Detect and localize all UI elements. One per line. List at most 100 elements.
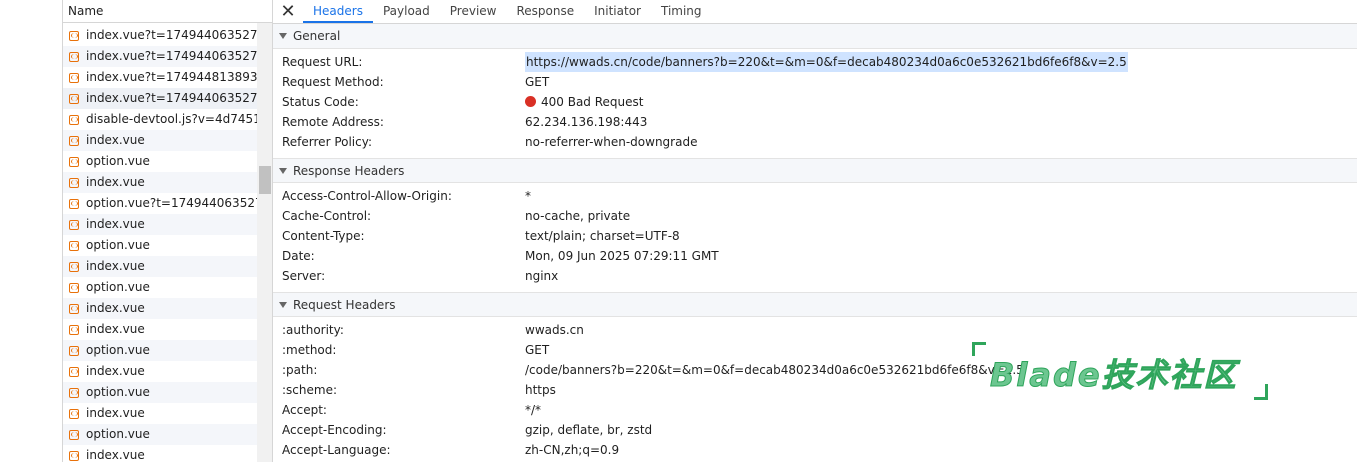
status-error-dot-icon [525, 96, 536, 107]
header-value: * [525, 189, 531, 203]
header-value: /code/banners?b=220&t=&m=0&f=decab480234… [525, 363, 1024, 377]
header-row: Content-Type: text/plain; charset=UTF-8 [273, 226, 1357, 246]
header-row: :authority: wwads.cn [273, 320, 1357, 340]
script-file-icon [69, 282, 79, 293]
tab-headers[interactable]: Headers [303, 0, 373, 23]
header-value: 62.234.136.198:443 [525, 115, 648, 129]
request-list-item[interactable]: index.vue?t=1749440635274 [63, 25, 257, 46]
header-key: Status Code: [282, 95, 359, 109]
header-value: https [525, 383, 556, 397]
request-name: index.vue?t=1749448138932 [86, 70, 257, 84]
section-title: General [293, 29, 341, 43]
request-list-item[interactable]: index.vue [63, 403, 257, 424]
request-list-item[interactable]: index.vue [63, 319, 257, 340]
request-name-panel: Name index.vue?t=1749440635274 index.vue?… [62, 0, 272, 462]
header-value: GET [525, 75, 550, 89]
request-list-item[interactable]: index.vue?t=1749440635274 [63, 88, 257, 109]
header-row: Accept-Language: zh-CN,zh;q=0.9 [273, 440, 1357, 460]
header-value: no-cache, private [525, 209, 631, 223]
section-request-headers-header[interactable]: Request Headers [273, 292, 1357, 317]
header-value: gzip, deflate, br, zstd [525, 423, 653, 437]
tab-payload[interactable]: Payload [373, 0, 440, 23]
request-list-item[interactable]: disable-devtool.js?v=4d7451a7 [63, 109, 257, 130]
tab-timing[interactable]: Timing [651, 0, 712, 23]
header-value: GET [525, 343, 550, 357]
header-row: Status Code: 400 Bad Request [273, 92, 1357, 112]
scrollbar-thumb[interactable] [259, 166, 271, 194]
header-row: Cache-Control: no-cache, private [273, 206, 1357, 226]
script-file-icon [69, 324, 79, 335]
request-list-item[interactable]: index.vue?t=1749440635274 [63, 46, 257, 67]
request-list-item[interactable]: option.vue [63, 235, 257, 256]
header-key: Request Method: [282, 75, 384, 89]
header-row: Access-Control-Allow-Origin: * [273, 186, 1357, 206]
request-name: option.vue [86, 385, 150, 399]
request-name: index.vue?t=1749440635274 [86, 28, 257, 42]
section-general-header[interactable]: General [273, 24, 1357, 49]
request-name: index.vue?t=1749440635274 [86, 49, 257, 63]
request-list-item[interactable]: index.vue [63, 445, 257, 462]
request-list: index.vue?t=1749440635274 index.vue?t=174… [63, 25, 257, 462]
header-row: Request Method: GET [273, 72, 1357, 92]
script-file-icon [69, 156, 79, 167]
bracket-corner-icon [972, 342, 986, 356]
script-file-icon [69, 51, 79, 62]
close-icon[interactable]: ✕ [273, 0, 303, 23]
header-key: Cache-Control: [282, 209, 372, 223]
request-list-item[interactable]: option.vue [63, 424, 257, 445]
header-key: :method: [282, 343, 337, 357]
watermark-text: Blade技术社区 [990, 356, 1238, 395]
script-file-icon [69, 30, 79, 41]
details-tabbar: ✕ Headers Payload Preview Response Initi… [273, 0, 1357, 24]
script-file-icon [69, 240, 79, 251]
header-row: Date: Mon, 09 Jun 2025 07:29:11 GMT [273, 246, 1357, 266]
request-list-item[interactable]: index.vue?t=1749448138932 [63, 67, 257, 88]
request-list-item[interactable]: index.vue [63, 298, 257, 319]
request-name: option.vue [86, 343, 150, 357]
header-value: no-referrer-when-downgrade [525, 135, 698, 149]
header-row: Accept-Encoding: gzip, deflate, br, zstd [273, 420, 1357, 440]
header-value: text/plain; charset=UTF-8 [525, 229, 680, 243]
request-name: option.vue [86, 238, 150, 252]
request-name: index.vue [86, 133, 145, 147]
header-key: Remote Address: [282, 115, 384, 129]
script-file-icon [69, 429, 79, 440]
header-key: Server: [282, 269, 326, 283]
section-title: Response Headers [293, 164, 405, 178]
tab-response[interactable]: Response [506, 0, 584, 23]
bracket-corner-icon [1254, 384, 1268, 400]
header-row: Request URL: https://wwads.cn/code/banner… [273, 52, 1357, 72]
request-list-item[interactable]: option.vue [63, 340, 257, 361]
section-response-headers-header[interactable]: Response Headers [273, 158, 1357, 183]
script-file-icon [69, 177, 79, 188]
name-column-header[interactable]: Name [63, 0, 272, 23]
request-list-item[interactable]: option.vue?t=1749440635274 [63, 193, 257, 214]
header-key: Request URL: [282, 55, 363, 69]
request-list-item[interactable]: option.vue [63, 151, 257, 172]
request-list-item[interactable]: index.vue [63, 130, 257, 151]
section-title: Request Headers [293, 298, 396, 312]
request-list-item[interactable]: index.vue [63, 214, 257, 235]
request-name: index.vue [86, 448, 145, 462]
request-list-item[interactable]: index.vue [63, 172, 257, 193]
request-name: index.vue [86, 322, 145, 336]
request-list-item[interactable]: option.vue [63, 382, 257, 403]
collapse-triangle-icon [279, 302, 287, 308]
scrollbar-track[interactable] [257, 23, 272, 462]
request-url-value[interactable]: https://wwads.cn/code/banners?b=220&t=&m… [525, 52, 1128, 72]
header-key: Accept-Language: [282, 443, 391, 457]
header-value: wwads.cn [525, 323, 584, 337]
collapse-triangle-icon [279, 33, 287, 39]
response-headers-section: Access-Control-Allow-Origin: * Cache-Contr… [273, 183, 1357, 292]
status-text: 400 Bad Request [541, 95, 644, 109]
request-list-item[interactable]: option.vue [63, 277, 257, 298]
script-file-icon [69, 450, 79, 461]
header-value: Mon, 09 Jun 2025 07:29:11 GMT [525, 249, 719, 263]
tab-initiator[interactable]: Initiator [584, 0, 651, 23]
tab-preview[interactable]: Preview [440, 0, 507, 23]
request-name: index.vue [86, 301, 145, 315]
header-key: Access-Control-Allow-Origin: [282, 189, 452, 203]
request-list-item[interactable]: index.vue [63, 361, 257, 382]
script-file-icon [69, 387, 79, 398]
request-list-item[interactable]: index.vue [63, 256, 257, 277]
